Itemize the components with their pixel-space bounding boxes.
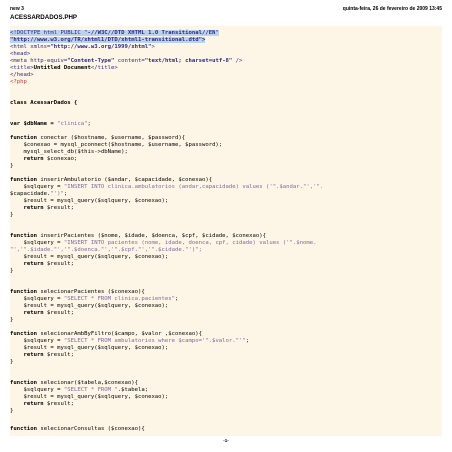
header-date: quinta-feira, 26 de fevereiro de 2009 13… <box>342 6 442 12</box>
code-line: var $dbName = "clinica"; <box>10 121 91 127</box>
code-line: return $result; <box>10 401 74 407</box>
code-line: <title>Untitled Document</title> <box>10 65 118 71</box>
file-title: ACESSARDADOS.PHP <box>10 14 78 21</box>
code-line: return $result; <box>10 261 74 267</box>
code-line: </head> <box>10 72 34 78</box>
code-line: <html xmlns="http://www.w3.org/1999/xhtm… <box>10 44 155 50</box>
code-line: $result = mysql_query($sqlquery, $conexa… <box>10 303 169 309</box>
code-line: } <box>10 268 14 274</box>
code-line: $result = mysql_query($sqlquery, $conexa… <box>10 345 169 351</box>
code-line: $sqlquery = "INSERT INTO pacientes (nome… <box>10 240 317 246</box>
code-line: <!DOCTYPE html PUBLIC "-//W3C//DTD XHTML… <box>10 30 219 36</box>
code-line: <meta http-equiv="Content-Type" content=… <box>10 58 243 64</box>
code-line: return $result; <box>10 310 74 316</box>
code-line: $result = mysql_query($sqlquery, $conexa… <box>10 394 169 400</box>
code-line: } <box>10 212 14 218</box>
code-line: $capacidade."')"; <box>10 191 68 197</box>
code-line: $result = mysql_query($sqlquery, $conexa… <box>10 198 169 204</box>
code-line: function inserirAmbulatorio ($andar, $ca… <box>10 177 213 183</box>
code-line: $result = mysql_query($sqlquery, $conexa… <box>10 254 169 260</box>
page-number: -1- <box>223 438 229 443</box>
header-doc-name: new 3 <box>10 6 24 12</box>
code-line: $sqlquery = "SELECT * FROM ambulatorios … <box>10 338 250 344</box>
code-line: return $result; <box>10 205 74 211</box>
code-line: $sqlquery = "INSERT INTO clinica.ambulat… <box>10 184 324 190</box>
code-line: class AcessarDados { <box>10 100 78 106</box>
code-line: "http://www.w3.org/TR/xhtml1/DTD/xhtml1-… <box>10 37 206 43</box>
code-line: return $conexao; <box>10 156 78 162</box>
code-line: } <box>10 163 14 169</box>
code-line: function selecionarAmbByFiltro($campo, $… <box>10 331 202 337</box>
code-line: $conexao = mysql_pconnect($hostname, $us… <box>10 142 223 148</box>
code-line: "','".$idade."','".$doenca."','".$cpf."'… <box>10 247 202 253</box>
code-line: } <box>10 317 14 323</box>
code-line: $sqlquery = "SELECT * FROM clinica.pacie… <box>10 296 179 302</box>
code-line: function selecionarConsultas ($conexao){ <box>10 426 145 432</box>
code-line: mysql_select_db($this->dbName); <box>10 149 128 155</box>
code-line: $sqlquery = "SELECT * FROM ".$tabela; <box>10 387 149 393</box>
code-line: } <box>10 359 14 365</box>
code-line: function selecionar($tabela,$conexao){ <box>10 380 138 386</box>
code-line: <?php <box>10 79 27 85</box>
code-line: function conectar ($hostname, $username,… <box>10 135 186 141</box>
code-line: <head> <box>10 51 31 57</box>
code-line: } <box>10 408 14 414</box>
code-line: return $result; <box>10 352 74 358</box>
code-line: function selecionarPacientes ($conexao){ <box>10 289 145 295</box>
code-listing: <!DOCTYPE html PUBLIC "-//W3C//DTD XHTML… <box>10 26 442 436</box>
page-header: new 3 quinta-feira, 26 de fevereiro de 2… <box>10 6 442 14</box>
code-line: function inserirPacientes ($nome, $idade… <box>10 233 266 239</box>
